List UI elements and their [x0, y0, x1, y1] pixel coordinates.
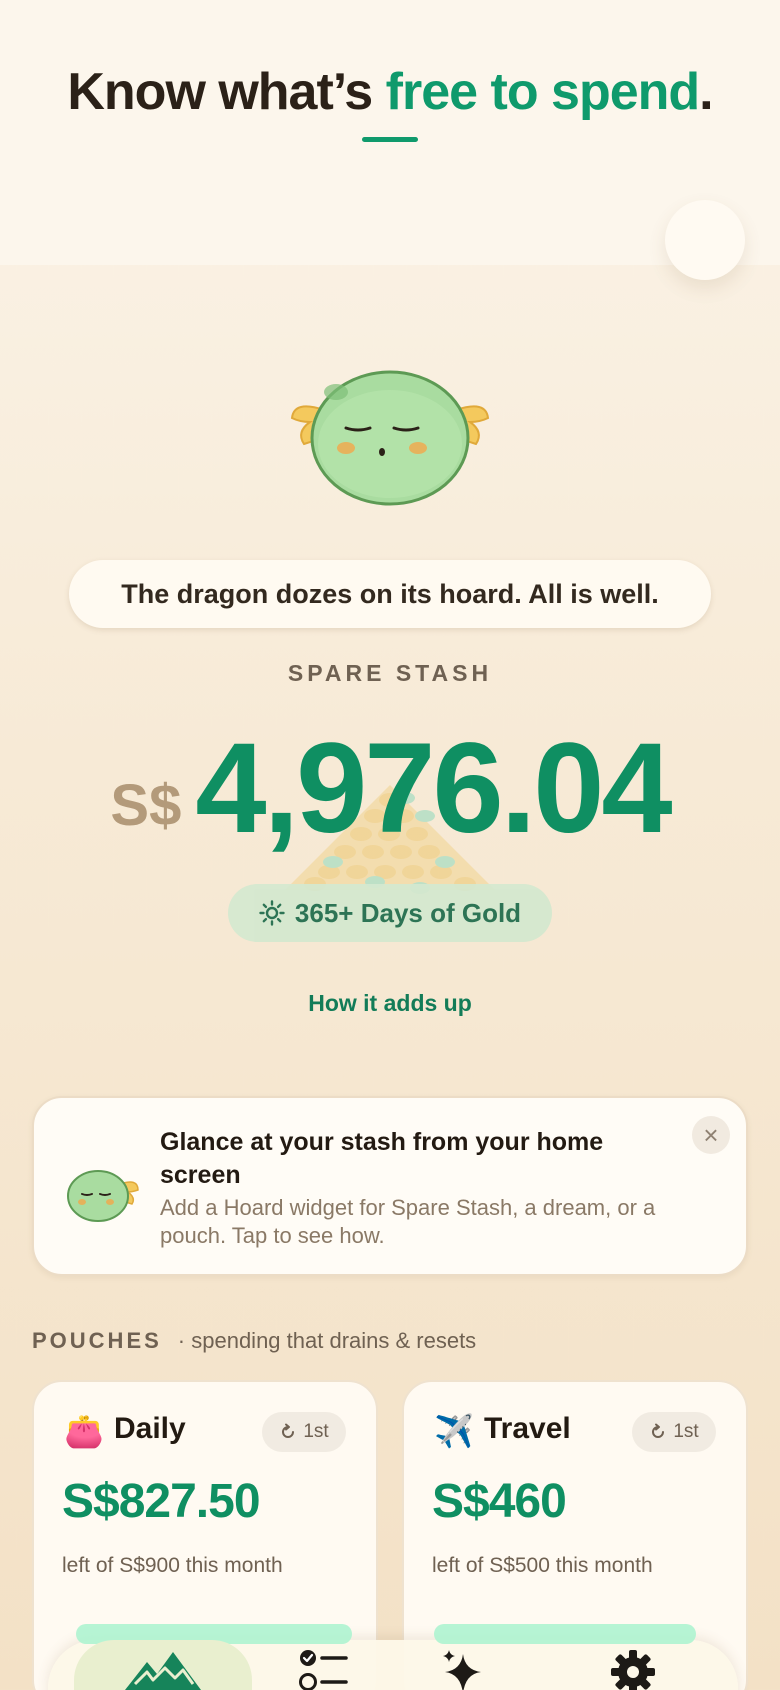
reset-badge: 1st [632, 1412, 716, 1452]
headline-text: Know what’s [67, 63, 386, 121]
stash-label: SPARE STASH [287, 660, 493, 686]
nav-home[interactable] [74, 1640, 252, 1690]
pouch-detail: left of S$500 this month [432, 1554, 653, 1577]
headline-accent: free to spend [385, 63, 700, 121]
refresh-icon [652, 1423, 665, 1438]
pouch-detail: left of S$900 this month [62, 1554, 283, 1577]
pouch-name: Travel [484, 1412, 571, 1445]
badge-text: 365+ Days of Gold [294, 897, 522, 928]
spare-stash-amount[interactable]: S$ 4,976.04 [0, 717, 780, 860]
mountains-icon [125, 1652, 201, 1690]
status-message: The dragon dozes on its hoard. All is we… [69, 560, 711, 628]
reset-label: 1st [673, 1421, 699, 1442]
headline-underline [362, 137, 418, 142]
gear-icon [611, 1650, 655, 1690]
corner-bubble[interactable] [665, 200, 745, 280]
bottom-nav [48, 1624, 738, 1690]
pouches-title: POUCHES [32, 1328, 162, 1353]
pouch-amount: S$460 [432, 1475, 567, 1528]
pouches-subtitle: · spending that drains & resets [177, 1328, 477, 1353]
nav-tasks[interactable] [268, 1640, 378, 1690]
checklist-icon [299, 1650, 348, 1690]
headline-period: . [699, 63, 713, 121]
pouches-header: POUCHES · spending that drains & resets [32, 1328, 476, 1358]
nav-insights[interactable] [408, 1640, 518, 1690]
reset-label: 1st [303, 1421, 329, 1442]
widget-promo-subtitle: Add a Hoard widget for Spare Stash, a dr… [160, 1195, 656, 1248]
reset-badge: 1st [262, 1412, 346, 1452]
amount-value: 4,976.04 [195, 716, 672, 860]
widget-promo-title: Glance at your stash from your home scre… [160, 1128, 604, 1189]
purse-icon: 👛 [64, 1413, 104, 1449]
pouch-amount: S$827.50 [62, 1475, 261, 1528]
airplane-icon: ✈️ [434, 1413, 474, 1449]
sparkle-icon [443, 1650, 481, 1690]
dragon-mini-icon [60, 1160, 140, 1224]
sun-icon [259, 900, 285, 926]
currency-prefix: S$ [110, 772, 182, 838]
nav-settings[interactable] [578, 1640, 688, 1690]
headline: Know what’s free to spend. [0, 62, 780, 122]
days-of-gold-badge[interactable]: 365+ Days of Gold [228, 884, 552, 942]
pouch-name: Daily [114, 1412, 186, 1445]
top-banner: Know what’s free to spend. [0, 0, 780, 265]
close-icon[interactable]: × [692, 1116, 730, 1154]
refresh-icon [282, 1423, 295, 1438]
how-it-adds-up-link[interactable]: How it adds up [0, 990, 780, 1017]
widget-promo-card[interactable]: Glance at your stash from your home scre… [32, 1096, 748, 1276]
dragon-mascot[interactable] [290, 360, 490, 510]
